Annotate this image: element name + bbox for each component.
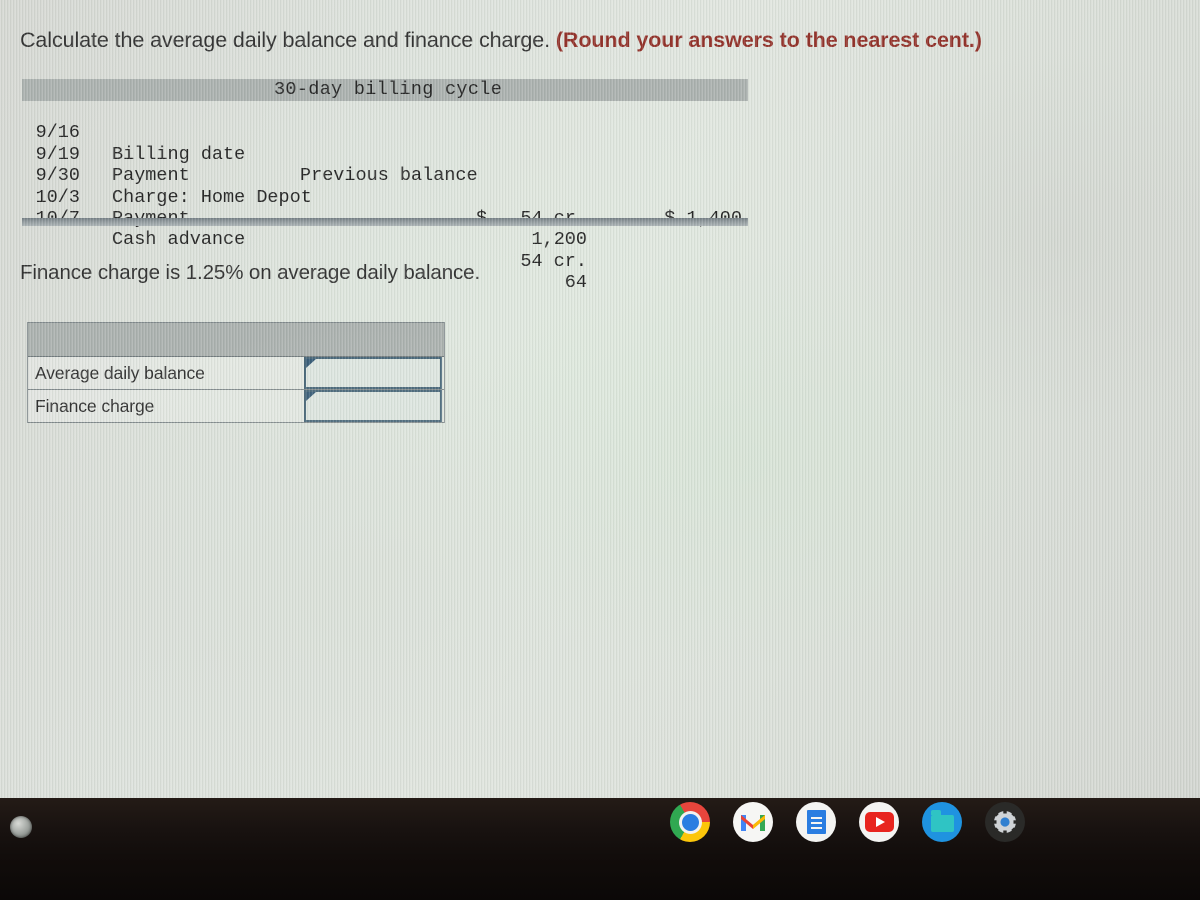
answer-row-finance-charge: Finance charge — [28, 390, 444, 422]
billing-row: 9/16 Billing date Previous balance $ 1,4… — [22, 101, 748, 229]
chromeos-shelf — [0, 798, 1200, 856]
average-daily-balance-input[interactable] — [304, 357, 442, 389]
billing-row: 10/3 Payment 54 cr. — [22, 165, 748, 272]
billing-row-description: Cash advance — [112, 229, 246, 251]
gmail-icon[interactable] — [733, 802, 773, 842]
answer-table: Average daily balance Finance charge — [27, 322, 445, 423]
finance-charge-note: Finance charge is 1.25% on average daily… — [20, 261, 481, 284]
device-bezel — [0, 856, 1200, 900]
chrome-icon[interactable] — [670, 802, 710, 842]
answer-row-average-daily-balance: Average daily balance — [28, 357, 444, 390]
laptop-screen: Calculate the average daily balance and … — [0, 0, 1200, 798]
shelf-app-tray — [670, 802, 1025, 842]
answer-row-label: Average daily balance — [35, 363, 205, 383]
billing-row: 9/19 Payment $ 54 cr. — [22, 122, 748, 229]
question-prompt: Calculate the average daily balance and … — [20, 26, 982, 54]
answer-table-header — [28, 323, 444, 357]
youtube-icon[interactable] — [859, 802, 899, 842]
answer-row-label: Finance charge — [35, 396, 155, 416]
billing-table-caption: 30-day billing cycle — [274, 79, 503, 100]
billing-cycle-table: 30-day billing cycle 9/16 Billing date P… — [22, 79, 748, 293]
files-icon[interactable] — [922, 802, 962, 842]
billing-row: 10/7 Cash advance 64 — [22, 187, 748, 293]
billing-row-amount: 1,200 — [531, 229, 587, 251]
billing-table-header: 30-day billing cycle — [22, 79, 748, 101]
docs-icon[interactable] — [796, 802, 836, 842]
billing-row: 9/30 Charge: Home Depot 1,200 — [22, 144, 748, 250]
finance-charge-input[interactable] — [304, 390, 442, 422]
prompt-main-text: Calculate the average daily balance and … — [20, 28, 550, 52]
launcher-button-icon[interactable] — [10, 816, 32, 838]
billing-table-bottom-rule — [22, 218, 748, 226]
prompt-rounding-hint: (Round your answers to the nearest cent.… — [555, 28, 982, 52]
settings-icon[interactable] — [985, 802, 1025, 842]
